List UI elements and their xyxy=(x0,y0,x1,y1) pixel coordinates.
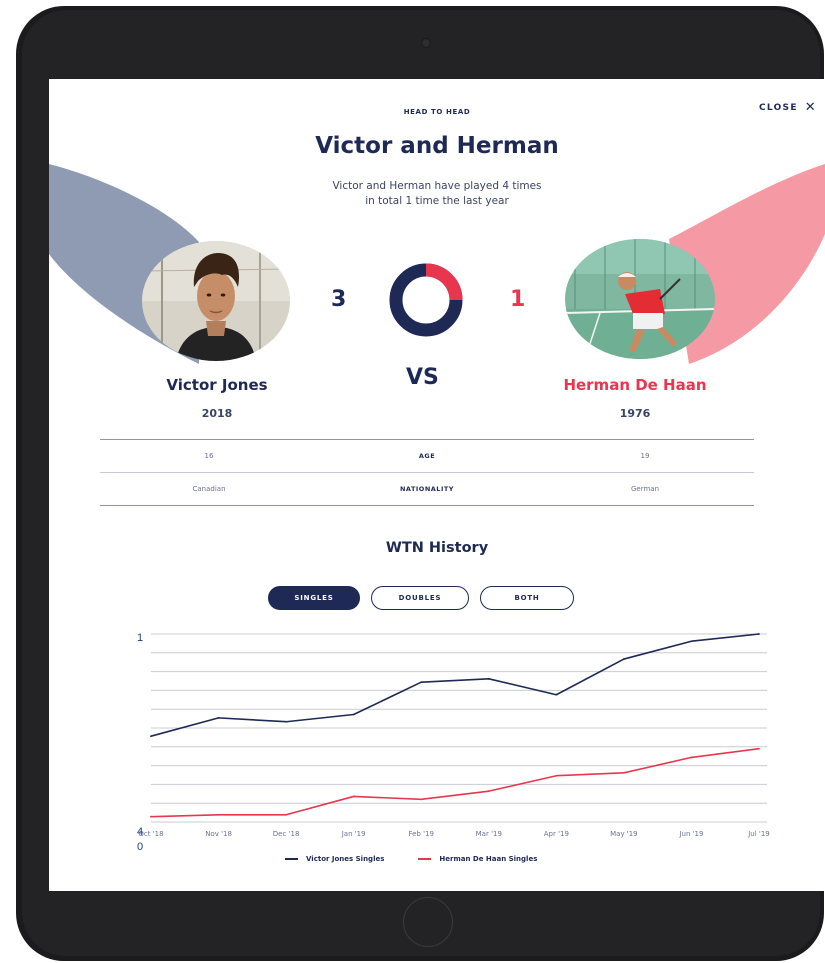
page-title: Victor and Herman xyxy=(315,133,559,159)
legend-swatch-player1 xyxy=(285,858,298,860)
data-point xyxy=(487,790,490,793)
data-point xyxy=(217,813,220,816)
chart-legend: Victor Jones Singles Herman De Haan Sing… xyxy=(285,855,537,863)
data-point xyxy=(285,720,288,723)
data-point xyxy=(352,795,355,798)
data-point xyxy=(758,633,760,635)
data-point xyxy=(622,658,625,660)
player2-avatar[interactable] xyxy=(565,239,715,359)
tab-doubles[interactable]: DOUBLES xyxy=(371,586,469,610)
comparison-table: 16 AGE 19 Canadian NATIONALITY German xyxy=(100,439,754,506)
data-point xyxy=(487,677,490,680)
nationality-label: NATIONALITY xyxy=(399,485,454,493)
x-tick-label: Nov '18 xyxy=(205,830,232,838)
wtn-history-title: WTN History xyxy=(385,540,489,556)
y-axis-top-label: 1 xyxy=(137,632,144,644)
x-tick-label: May '19 xyxy=(610,830,638,838)
history-tabs: SINGLES DOUBLES BOTH xyxy=(268,586,574,610)
x-tick-label: Mar '19 xyxy=(476,830,502,838)
y-axis-bottom-label: 4 0 xyxy=(137,825,143,855)
table-row-nationality: Canadian NATIONALITY German xyxy=(100,472,754,506)
camera-icon xyxy=(421,38,431,48)
player1-photo xyxy=(142,241,290,361)
close-label: CLOSE xyxy=(758,103,798,113)
close-icon: ✕ xyxy=(804,100,817,115)
data-point xyxy=(690,640,693,643)
eyebrow-label: HEAD TO HEAD xyxy=(403,108,471,116)
x-tick-label: Jan '19 xyxy=(341,830,366,838)
table-row-age: 16 AGE 19 xyxy=(100,439,754,472)
y-axis-bottom-label-line-2: 0 xyxy=(137,841,144,853)
home-button[interactable] xyxy=(403,897,453,947)
data-point xyxy=(758,747,760,750)
screen: HEAD TO HEAD CLOSE ✕ Victor and Herman V… xyxy=(49,79,825,891)
data-point xyxy=(622,771,625,774)
data-point xyxy=(420,798,423,801)
wins-donut xyxy=(389,263,463,337)
x-tick-label: Dec '18 xyxy=(273,830,300,838)
player1-wins: 3 xyxy=(331,287,347,312)
legend-item-player1[interactable]: Victor Jones Singles xyxy=(285,855,384,863)
player2-wins: 1 xyxy=(510,287,526,312)
player1-nationality: Canadian xyxy=(192,485,226,493)
data-point xyxy=(555,774,558,777)
tab-singles[interactable]: SINGLES xyxy=(268,586,360,610)
data-point xyxy=(150,815,152,818)
x-tick-label: Jun '19 xyxy=(678,830,703,838)
legend-item-player2[interactable]: Herman De Haan Singles xyxy=(418,855,537,863)
legend-label-player2: Herman De Haan Singles xyxy=(439,855,538,863)
player1-avatar[interactable] xyxy=(142,241,290,361)
donut-player2-arc xyxy=(425,263,463,301)
data-point xyxy=(420,681,423,684)
player2-name[interactable]: Herman De Haan xyxy=(535,376,735,394)
y-axis-bottom-label-line-1: 4 xyxy=(137,826,144,838)
x-tick-label: Jul '19 xyxy=(747,830,770,838)
data-point xyxy=(285,813,288,816)
tab-both[interactable]: BOTH xyxy=(480,586,574,610)
vs-label: VS xyxy=(406,365,439,390)
x-tick-label: Feb '19 xyxy=(408,830,433,838)
subtitle-line-2: in total 1 time the last year xyxy=(365,195,509,207)
wtn-history-chart: Oct '18 Nov '18 Dec '18 Jan '19 Feb '19 Mar '… xyxy=(138,633,770,838)
x-tick-label: Apr '19 xyxy=(544,830,569,838)
player2-photo xyxy=(565,239,715,359)
page-subtitle: Victor and Herman have played 4 times in… xyxy=(287,179,587,209)
player1-name[interactable]: Victor Jones xyxy=(117,376,317,394)
data-point xyxy=(352,713,355,716)
data-point xyxy=(150,735,152,738)
player2-age: 19 xyxy=(640,452,650,460)
age-label: AGE xyxy=(418,452,436,460)
player2-nationality: German xyxy=(630,485,660,493)
series-line-1 xyxy=(150,633,760,737)
subtitle-line-1: Victor and Herman have played 4 times xyxy=(332,180,542,192)
legend-label-player1: Victor Jones Singles xyxy=(306,855,385,863)
series-line-2 xyxy=(150,747,760,818)
data-point xyxy=(690,756,693,759)
data-point xyxy=(217,716,220,719)
player1-age: 16 xyxy=(204,452,214,460)
close-button[interactable]: CLOSE ✕ xyxy=(758,100,817,115)
player2-year: 1976 xyxy=(619,407,651,420)
legend-swatch-player2 xyxy=(418,858,432,860)
player1-year: 2018 xyxy=(201,407,233,420)
data-point xyxy=(555,693,558,696)
